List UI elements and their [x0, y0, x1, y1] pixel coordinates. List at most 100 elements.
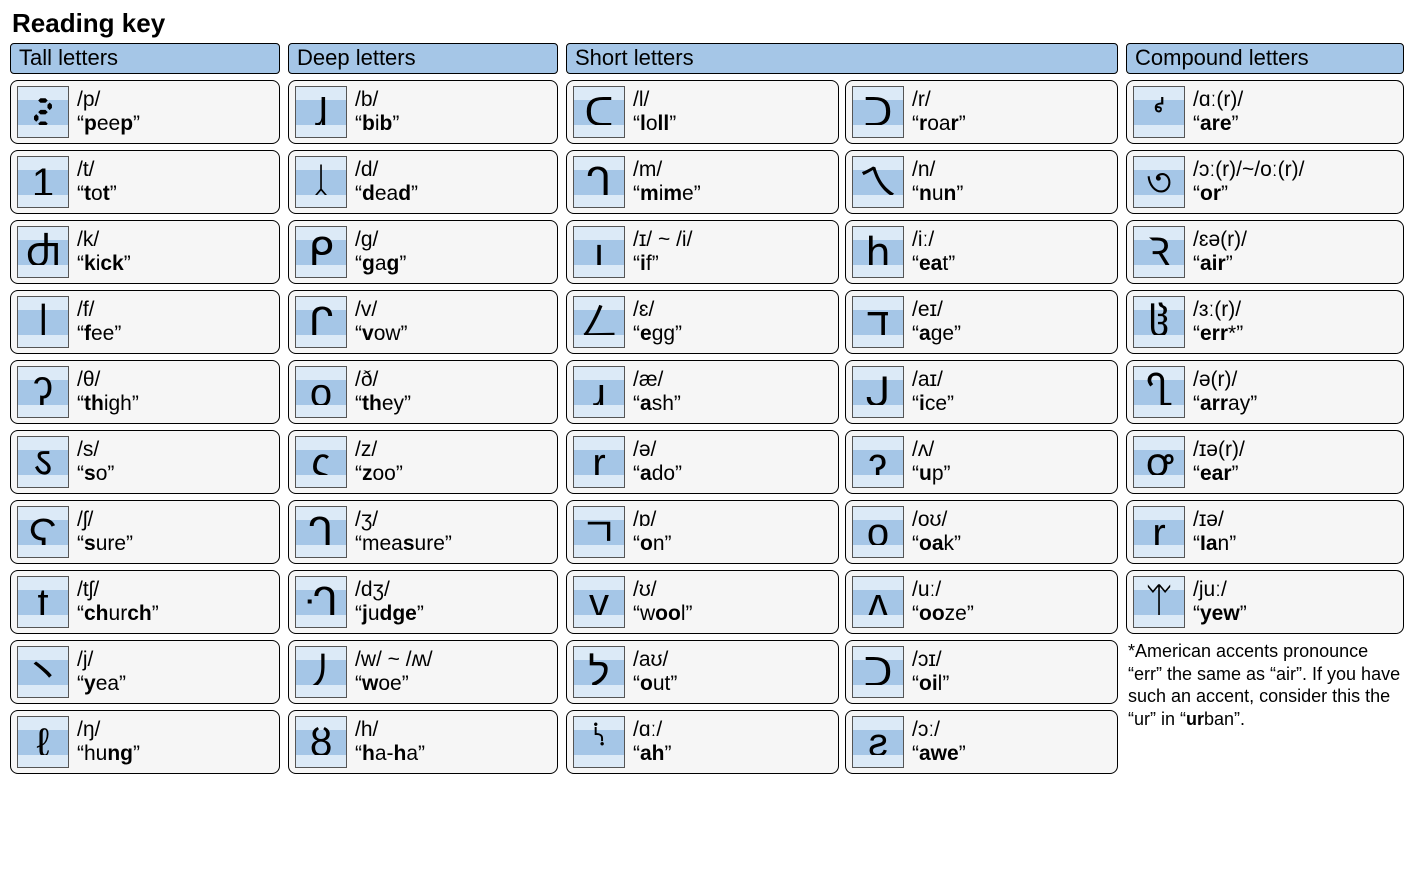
short-cell-6-left: ㄱ/ɒ/on — [566, 500, 839, 564]
short-cell-7-left-example: wool — [633, 602, 693, 626]
deep-cell-8-glyph-box: 丿 — [295, 646, 347, 698]
deep-cell-2: ᑭ/g/gag — [288, 220, 558, 284]
short-cell-7-right-example: ooze — [912, 602, 974, 626]
short-cell-3-right: ד/eɪ/age — [845, 290, 1118, 354]
compound-cell-3-glyph: ჱ — [1134, 298, 1184, 348]
tall-cell-1-example: tot — [77, 182, 117, 206]
deep-cell-3-glyph: ᒋ — [296, 298, 346, 348]
short-cell-0-right-glyph: ᑐ — [853, 88, 903, 138]
short-cell-5-right: ɂ/ʌ/up — [845, 430, 1118, 494]
tall-cell-6: Ϛ/ʃ/sure — [10, 500, 280, 564]
deep-cell-5: ς/z/zoo — [288, 430, 558, 494]
tall-cell-2-ipa: /k/ — [77, 228, 131, 252]
tall-cell-7-example: church — [77, 602, 159, 626]
compound-cell-3-ipa: /ɜː(r)/ — [1193, 298, 1243, 322]
short-cell-1-right: ㄟ/n/nun — [845, 150, 1118, 214]
compound-cell-5-glyph: ꝍ — [1134, 438, 1184, 488]
deep-cell-9-example: ha-ha — [355, 742, 425, 766]
short-row-6: ㄱ/ɒ/ono/oʊ/oak — [566, 500, 1118, 564]
short-cell-2-left-example: if — [633, 252, 692, 276]
compound-cell-7-glyph: ᛠ — [1134, 578, 1184, 628]
short-row-8: ל/aʊ/outᑐ/ɔɪ/oil — [566, 640, 1118, 704]
short-cell-6-right-glyph-box: o — [852, 506, 904, 558]
short-cell-2-left-glyph-box: ı — [573, 226, 625, 278]
short-cell-5-right-glyph: ɂ — [853, 438, 903, 488]
short-cell-5-left-glyph-box: ɼ — [573, 436, 625, 488]
tall-cell-5-example: so — [77, 462, 114, 486]
tall-cell-3-example: fee — [77, 322, 121, 346]
deep-cell-0: ɺ/b/bib — [288, 80, 558, 144]
short-cell-7-right-ipa: /uː/ — [912, 578, 974, 602]
compound-cell-7: ᛠ/juː/yew — [1126, 570, 1404, 634]
short-cell-4-left-glyph-box: ɹ — [573, 366, 625, 418]
deep-cell-6-glyph: ᒉ — [296, 508, 346, 558]
tall-cell-0-ipa: /p/ — [77, 88, 140, 112]
tall-cell-3-glyph: 亅 — [18, 298, 68, 348]
compound-cell-1: ৩/ɔː(r)/~/oː(r)/or — [1126, 150, 1404, 214]
compound-cell-4: Ⴂ/ə(r)/array — [1126, 360, 1404, 424]
short-cell-9-right-example: awe — [912, 742, 966, 766]
compound-cell-2-glyph-box: Ꝛ — [1133, 226, 1185, 278]
short-cell-8-right-glyph-box: ᑐ — [852, 646, 904, 698]
compound-cell-1-ipa: /ɔː(r)/~/oː(r)/ — [1193, 158, 1304, 182]
compound-cell-3-example: err* — [1193, 322, 1243, 346]
deep-cell-7-glyph-box: ᒒ — [295, 576, 347, 628]
deep-cell-0-example: bib — [355, 112, 399, 136]
short-cell-1-right-ipa: /n/ — [912, 158, 963, 182]
short-cell-0-right-ipa: /r/ — [912, 88, 966, 112]
short-cell-9-right-ipa: /ɔː/ — [912, 718, 966, 742]
tall-cell-0: 🯲/p/peep — [10, 80, 280, 144]
short-row-3: ㄥ/ɛ/eggד/eɪ/age — [566, 290, 1118, 354]
tall-cell-2: Ⴛ/k/kick — [10, 220, 280, 284]
compound-cell-0-example: are — [1193, 112, 1243, 136]
short-cell-0-left-ipa: /l/ — [633, 88, 676, 112]
compound-cell-7-ipa: /juː/ — [1193, 578, 1247, 602]
compound-cell-1-glyph: ৩ — [1134, 158, 1184, 208]
short-cell-5-right-ipa: /ʌ/ — [912, 438, 951, 462]
short-cell-3-left-ipa: /ɛ/ — [633, 298, 682, 322]
col-short: Short letters ᑕ/l/lollᑐ/r/roarᒉ/m/mimeㄟ/… — [566, 43, 1118, 774]
deep-cell-2-glyph: ᑭ — [296, 228, 346, 278]
short-cell-2-right-ipa: /iː/ — [912, 228, 955, 252]
short-cell-9-left-glyph-box: ᔋ — [573, 716, 625, 768]
short-cell-4-right-example: ice — [912, 392, 954, 416]
compound-cell-3: ჱ/ɜː(r)/err* — [1126, 290, 1404, 354]
tall-cell-8-glyph-box: 丶 — [17, 646, 69, 698]
short-cell-9-right-glyph: ƨ — [853, 718, 903, 768]
compound-cell-5-example: ear — [1193, 462, 1245, 486]
short-cell-6-left-ipa: /ɒ/ — [633, 508, 672, 532]
deep-cell-6: ᒉ/ʒ/measure — [288, 500, 558, 564]
deep-cell-7-example: judge — [355, 602, 424, 626]
col-short-header: Short letters — [566, 43, 1118, 74]
tall-cell-2-glyph: Ⴛ — [18, 228, 68, 278]
deep-cell-7-ipa: /dʒ/ — [355, 578, 424, 602]
deep-cell-5-glyph: ς — [296, 438, 346, 488]
short-cell-6-right: o/oʊ/oak — [845, 500, 1118, 564]
compound-cell-0-glyph-box: ᔊ — [1133, 86, 1185, 138]
short-cell-0-right: ᑐ/r/roar — [845, 80, 1118, 144]
short-cell-8-right: ᑐ/ɔɪ/oil — [845, 640, 1118, 704]
deep-cell-8-example: woe — [355, 672, 433, 696]
compound-cell-6-ipa: /ɪə/ — [1193, 508, 1236, 532]
short-cell-2-left-glyph: ı — [574, 228, 624, 278]
deep-cell-1-glyph-box: ᛸ — [295, 156, 347, 208]
tall-cell-3-ipa: /f/ — [77, 298, 121, 322]
short-cell-8-left-ipa: /aʊ/ — [633, 648, 677, 672]
short-cell-4-left-example: ash — [633, 392, 681, 416]
tall-cell-4: ʔ/θ/thigh — [10, 360, 280, 424]
deep-cell-8-ipa: /w/ ~ /ʍ/ — [355, 648, 433, 672]
deep-cell-9-glyph: ȣ — [296, 718, 346, 768]
deep-cell-0-ipa: /b/ — [355, 88, 399, 112]
short-cell-2-left-ipa: /ɪ/ ~ /i/ — [633, 228, 692, 252]
short-cell-0-left-glyph-box: ᑕ — [573, 86, 625, 138]
deep-cell-9-ipa: /h/ — [355, 718, 425, 742]
short-row-1: ᒉ/m/mimeㄟ/n/nun — [566, 150, 1118, 214]
short-cell-6-right-glyph: o — [853, 508, 903, 558]
tall-cell-5: ऽ/s/so — [10, 430, 280, 494]
short-cell-7-right-glyph-box: ʌ — [852, 576, 904, 628]
tall-cell-2-glyph-box: Ⴛ — [17, 226, 69, 278]
compound-cell-6-example: Ian — [1193, 532, 1236, 556]
tall-cell-7-glyph: ʈ — [18, 578, 68, 628]
compound-cell-0-glyph: ᔊ — [1134, 88, 1184, 138]
short-cell-4-right: ᒍ/aɪ/ice — [845, 360, 1118, 424]
